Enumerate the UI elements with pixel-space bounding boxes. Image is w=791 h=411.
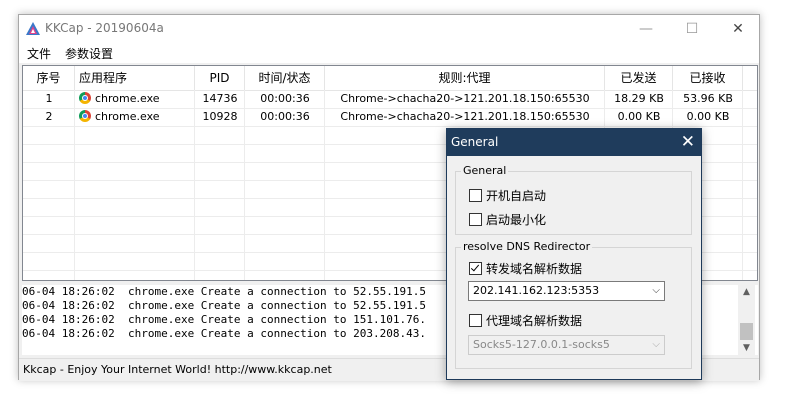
- cell-app-name: chrome.exe: [95, 92, 160, 105]
- maximize-button[interactable]: ☐: [669, 15, 715, 43]
- chrome-icon: [79, 92, 91, 104]
- scroll-thumb[interactable]: [740, 323, 753, 340]
- forward-dns-label: 转发域名解析数据: [486, 262, 583, 276]
- table-row[interactable]: 1 chrome.exe 14736 00:00:36 Chrome->chac…: [23, 90, 757, 108]
- cell-time: 00:00:36: [260, 110, 310, 123]
- dialog-close-icon[interactable]: ✕: [681, 132, 695, 152]
- col-app[interactable]: 应用程序: [75, 66, 195, 90]
- title-bar: KKCap - 20190604a — ☐ ✕: [19, 15, 759, 43]
- autostart-checkbox[interactable]: 开机自启动: [469, 187, 546, 204]
- cell-sent: 18.29 KB: [614, 92, 664, 105]
- menu-file[interactable]: 文件: [27, 45, 51, 62]
- minimize-label: 启动最小化: [486, 213, 547, 227]
- table-row[interactable]: 2 chrome.exe 10928 00:00:36 Chrome->chac…: [23, 108, 757, 126]
- col-received[interactable]: 已接收: [673, 66, 743, 90]
- cell-rule: Chrome->chacha20->121.201.18.150:65530: [340, 92, 590, 105]
- dialog-title-bar: General ✕: [447, 129, 701, 156]
- log-scrollbar[interactable]: ▲ ▼: [738, 285, 755, 355]
- cell-sent: 0.00 KB: [617, 110, 661, 123]
- chrome-icon: [79, 110, 91, 122]
- forward-dns-checkbox-box[interactable]: [469, 262, 482, 275]
- minimize-button[interactable]: —: [623, 15, 669, 43]
- proxy-dns-checkbox-box[interactable]: [469, 314, 482, 327]
- dialog-title: General: [451, 135, 499, 149]
- minimize-checkbox[interactable]: 启动最小化: [469, 211, 546, 228]
- cell-app-name: chrome.exe: [95, 110, 160, 123]
- kkcap-logo-icon: [26, 22, 40, 35]
- minimize-checkbox-box[interactable]: [469, 213, 482, 226]
- proxy-dns-label: 代理域名解析数据: [486, 314, 583, 328]
- cell-received: 53.96 KB: [683, 92, 733, 105]
- cell-index: 1: [45, 92, 53, 105]
- general-dialog: General ✕ General 开机自启动 启动最小化 resolve DN…: [446, 128, 702, 380]
- scroll-up-icon[interactable]: ▲: [738, 285, 755, 299]
- proxy-dns-checkbox[interactable]: 代理域名解析数据: [469, 312, 582, 329]
- proxy-server-select: Socks5-127.0.0.1-socks5 ⌵: [468, 335, 665, 355]
- status-text: Kkcap - Enjoy Your Internet World! http:…: [23, 363, 332, 376]
- cell-received: 0.00 KB: [686, 110, 730, 123]
- menu-bar: 文件 参数设置: [19, 43, 759, 63]
- scroll-down-icon[interactable]: ▼: [738, 341, 755, 355]
- cell-index: 2: [45, 110, 53, 123]
- forward-dns-checkbox[interactable]: 转发域名解析数据: [469, 260, 582, 277]
- cell-app: chrome.exe: [75, 108, 195, 126]
- general-group-label: General: [461, 164, 509, 177]
- cell-time: 00:00:36: [260, 92, 310, 105]
- forward-server-select[interactable]: 202.141.162.123:5353 ⌵: [468, 281, 665, 301]
- autostart-checkbox-box[interactable]: [469, 189, 482, 202]
- col-index[interactable]: 序号: [23, 66, 75, 90]
- proxy-server-value: Socks5-127.0.0.1-socks5: [473, 338, 610, 351]
- cell-app: chrome.exe: [75, 90, 195, 108]
- cell-pid: 10928: [202, 110, 238, 123]
- table-header: 序号 应用程序 PID 时间/状态 规则:代理 已发送 已接收: [23, 66, 757, 91]
- chevron-down-icon: ⌵: [652, 285, 660, 296]
- forward-server-value: 202.141.162.123:5353: [473, 284, 600, 297]
- window-title: KKCap - 20190604a: [45, 21, 164, 35]
- chevron-down-icon: ⌵: [652, 339, 660, 350]
- close-button[interactable]: ✕: [715, 15, 761, 43]
- col-pid[interactable]: PID: [195, 66, 245, 90]
- menu-settings[interactable]: 参数设置: [65, 45, 113, 62]
- col-rule[interactable]: 规则:代理: [325, 66, 605, 90]
- col-time[interactable]: 时间/状态: [245, 66, 325, 90]
- cell-rule: Chrome->chacha20->121.201.18.150:65530: [340, 110, 590, 123]
- cell-pid: 14736: [202, 92, 238, 105]
- dns-group-label: resolve DNS Redirector: [461, 240, 593, 253]
- grid-divider: [23, 126, 757, 127]
- autostart-label: 开机自启动: [486, 189, 547, 203]
- col-sent[interactable]: 已发送: [605, 66, 673, 90]
